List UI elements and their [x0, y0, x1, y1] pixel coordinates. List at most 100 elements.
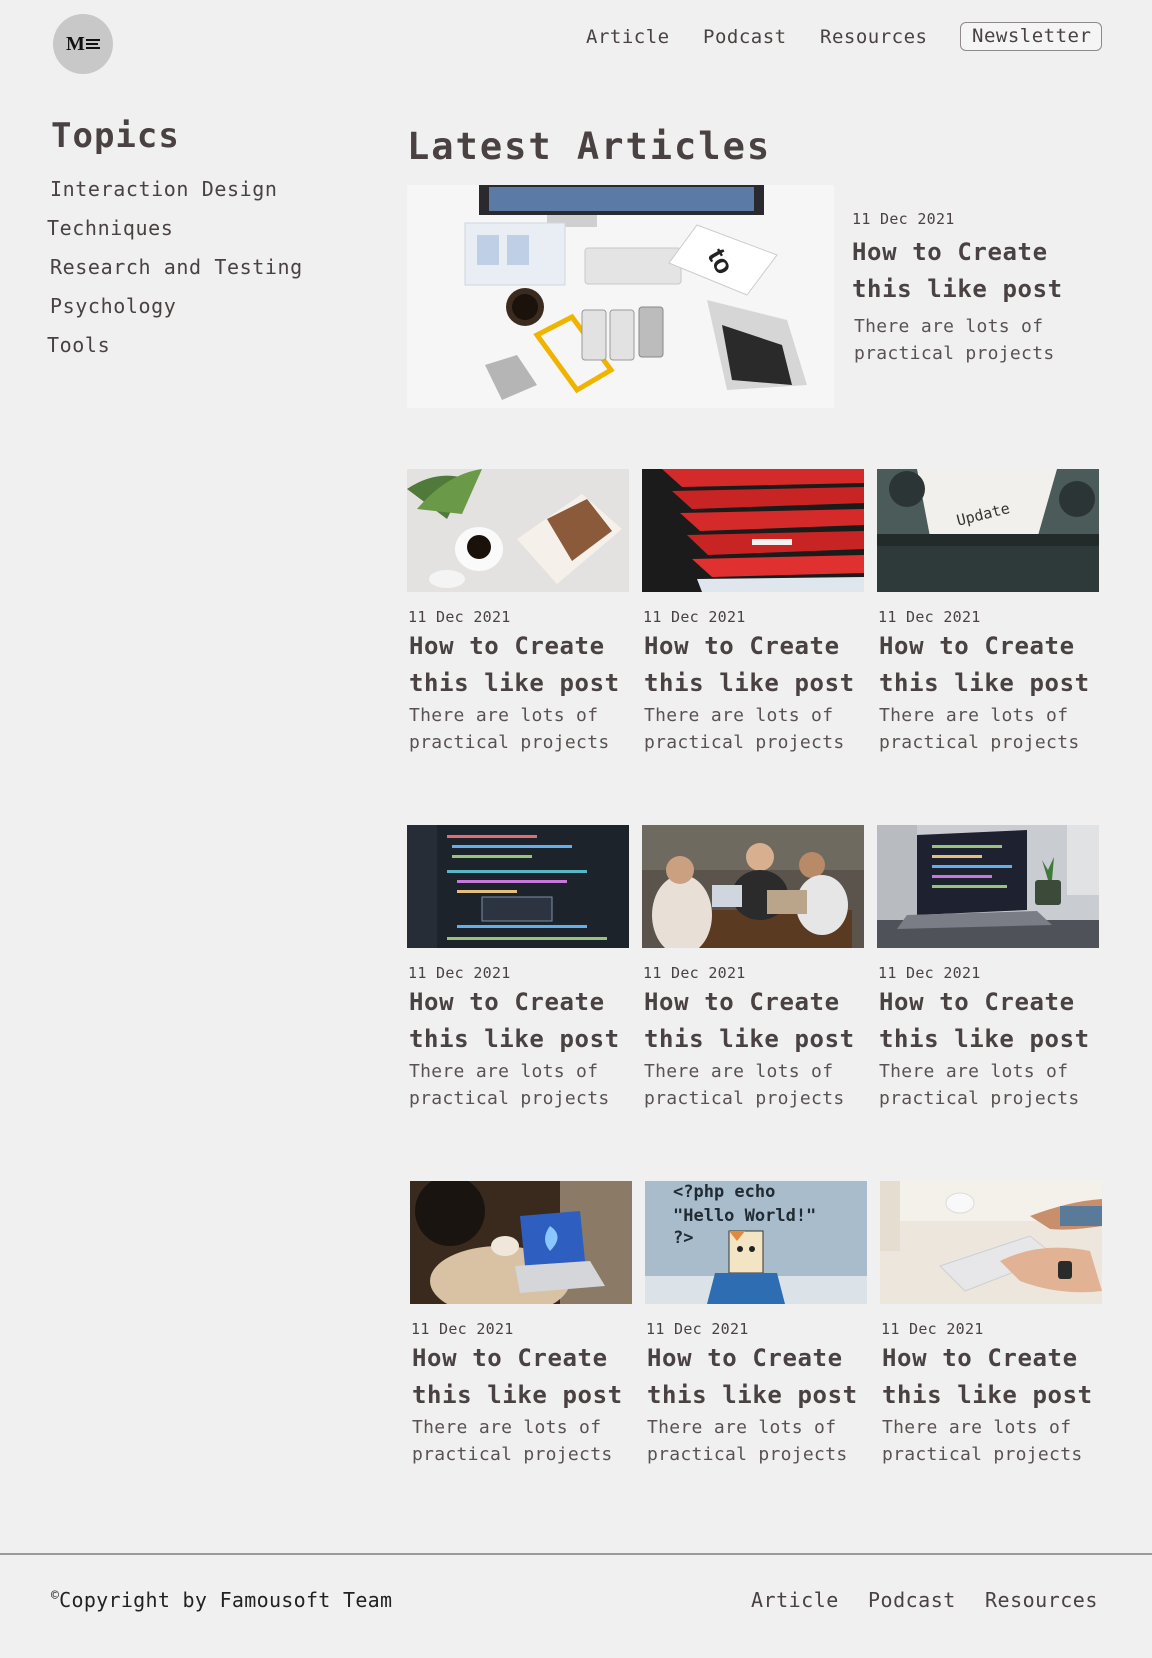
copyright-symbol: © [51, 1588, 60, 1604]
title-line: How to Create [409, 632, 605, 660]
article-date: 11 Dec 2021 [643, 608, 746, 626]
title-line: this like post [879, 1025, 1090, 1053]
title-line: How to Create [879, 988, 1075, 1016]
windows-laptop-image[interactable] [410, 1181, 632, 1304]
article-excerpt: There are lots of practical projects [647, 1414, 867, 1468]
excerpt-line: practical projects [644, 1088, 845, 1109]
article-card[interactable]: 11 Dec 2021 How to Create this like post … [880, 1181, 1102, 1468]
excerpt-line: There are lots of [882, 1417, 1072, 1438]
article-card[interactable]: <?php echo "Hello World!" ?> 11 Dec 2021… [645, 1181, 867, 1468]
topic-techniques[interactable]: Techniques [47, 216, 173, 240]
title-line: How to Create [412, 1344, 608, 1372]
footer-nav-resources[interactable]: Resources [985, 1588, 1098, 1612]
article-excerpt: There are lots of practical projects [412, 1414, 632, 1468]
article-title[interactable]: How to Create this like post [409, 984, 629, 1058]
excerpt-line: There are lots of [644, 705, 834, 726]
title-line: How to Create [409, 988, 605, 1016]
footer-divider [0, 1553, 1152, 1555]
article-excerpt: There are lots of practical projects [879, 702, 1099, 756]
excerpt-line: practical projects [879, 1088, 1080, 1109]
article-date: 11 Dec 2021 [646, 1320, 749, 1338]
title-line: How to Create [644, 988, 840, 1016]
article-card[interactable]: 11 Dec 2021 How to Create this like post … [407, 469, 629, 756]
article-date: 11 Dec 2021 [852, 210, 955, 228]
excerpt-line: practical projects [879, 732, 1080, 753]
excerpt-line: There are lots of [854, 316, 1044, 337]
article-title[interactable]: How to Create this like post [852, 234, 1142, 308]
keyboard-typing-image[interactable] [880, 1181, 1102, 1304]
title-line: How to Create [644, 632, 840, 660]
article-excerpt: There are lots of practical projects [854, 313, 1142, 367]
title-line: this like post [412, 1381, 623, 1409]
article-title[interactable]: How to Create this like post [644, 628, 864, 702]
title-line: How to Create [852, 238, 1048, 266]
php-line-2: "Hello World!" [673, 1206, 816, 1226]
article-title[interactable]: How to Create this like post [412, 1340, 632, 1414]
excerpt-line: practical projects [644, 732, 845, 753]
article-title[interactable]: How to Create this like post [879, 628, 1099, 702]
article-date: 11 Dec 2021 [408, 964, 511, 982]
php-line-3: ?> [673, 1228, 693, 1248]
red-books-image[interactable] [642, 469, 864, 592]
title-line: this like post [644, 669, 855, 697]
article-title[interactable]: How to Create this like post [647, 1340, 867, 1414]
people-laptop-image[interactable] [642, 825, 864, 948]
excerpt-line: practical projects [412, 1444, 613, 1465]
excerpt-line: There are lots of [409, 1061, 599, 1082]
article-title[interactable]: How to Create this like post [409, 628, 629, 702]
php-hello-world-image[interactable]: <?php echo "Hello World!" ?> [645, 1181, 867, 1304]
topic-interaction-design[interactable]: Interaction Design [50, 177, 278, 201]
footer-nav-podcast[interactable]: Podcast [868, 1588, 956, 1612]
typewriter-update-image[interactable]: Update [877, 469, 1099, 592]
article-card[interactable]: Update 11 Dec 2021 How to Create this lik… [877, 469, 1099, 756]
article-card[interactable]: 11 Dec 2021 How to Create this like post … [410, 1181, 632, 1468]
article-excerpt: There are lots of practical projects [644, 702, 864, 756]
article-card[interactable]: 11 Dec 2021 How to Create this like post … [407, 825, 629, 1112]
code-editor-image[interactable] [407, 825, 629, 948]
top-nav: Article Podcast Resources Newsletter [0, 22, 1152, 56]
title-line: How to Create [879, 632, 1075, 660]
title-line: this like post [852, 275, 1063, 303]
article-date: 11 Dec 2021 [643, 964, 746, 982]
excerpt-line: There are lots of [879, 705, 1069, 726]
topic-psychology[interactable]: Psychology [50, 294, 176, 318]
excerpt-line: There are lots of [409, 705, 599, 726]
article-card[interactable]: 11 Dec 2021 How to Create this like post … [642, 825, 864, 1112]
topic-research-testing[interactable]: Research and Testing [50, 255, 303, 279]
excerpt-line: practical projects [409, 1088, 610, 1109]
article-card[interactable]: 11 Dec 2021 How to Create this like post … [877, 825, 1099, 1112]
title-line: this like post [409, 1025, 620, 1053]
article-excerpt: There are lots of practical projects [879, 1058, 1099, 1112]
featured-article[interactable]: 11 Dec 2021 How to Create this like post… [852, 210, 1142, 367]
article-card[interactable]: 11 Dec 2021 How to Create this like post … [642, 469, 864, 756]
title-line: this like post [879, 669, 1090, 697]
coffee-magazine-image[interactable] [407, 469, 629, 592]
excerpt-line: practical projects [854, 343, 1055, 364]
laptop-code-image[interactable] [877, 825, 1099, 948]
article-title[interactable]: How to Create this like post [882, 1340, 1102, 1414]
title-line: this like post [882, 1381, 1093, 1409]
article-title[interactable]: How to Create this like post [644, 984, 864, 1058]
excerpt-line: There are lots of [647, 1417, 837, 1438]
page-title: Latest Articles [407, 125, 772, 168]
nav-resources[interactable]: Resources [820, 26, 927, 48]
article-excerpt: There are lots of practical projects [409, 702, 629, 756]
excerpt-line: There are lots of [879, 1061, 1069, 1082]
article-title[interactable]: How to Create this like post [879, 984, 1099, 1058]
excerpt-line: There are lots of [644, 1061, 834, 1082]
topic-tools[interactable]: Tools [47, 333, 110, 357]
footer-nav-article[interactable]: Article [751, 1588, 839, 1612]
nav-podcast[interactable]: Podcast [703, 26, 787, 48]
article-excerpt: There are lots of practical projects [409, 1058, 629, 1112]
article-date: 11 Dec 2021 [408, 608, 511, 626]
article-excerpt: There are lots of practical projects [882, 1414, 1102, 1468]
article-date: 11 Dec 2021 [411, 1320, 514, 1338]
title-line: this like post [647, 1381, 858, 1409]
title-line: this like post [644, 1025, 855, 1053]
excerpt-line: practical projects [647, 1444, 848, 1465]
featured-image[interactable]: to [407, 185, 834, 408]
newsletter-button[interactable]: Newsletter [960, 22, 1103, 51]
title-line: How to Create [647, 1344, 843, 1372]
nav-article[interactable]: Article [586, 26, 670, 48]
title-line: this like post [409, 669, 620, 697]
